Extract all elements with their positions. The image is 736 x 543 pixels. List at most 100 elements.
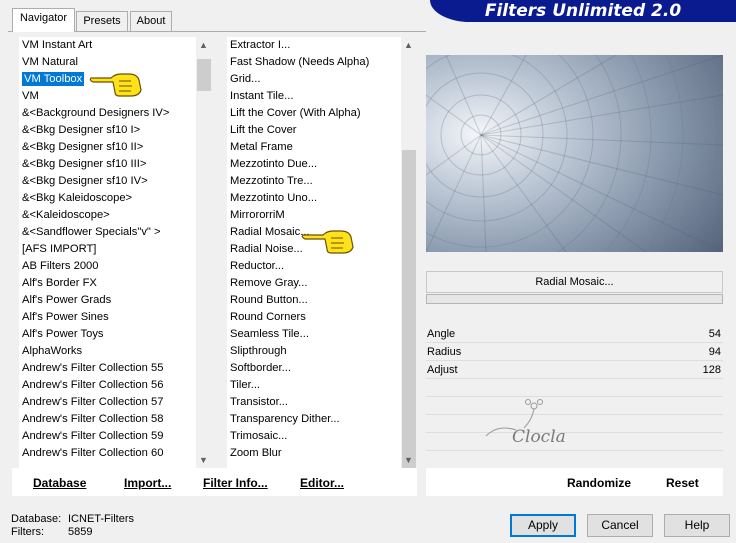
list-item[interactable]: Andrew's Filter Collection 57 <box>19 394 197 411</box>
list-item[interactable]: Instant Tile... <box>227 88 402 105</box>
list-item[interactable]: Mezzotinto Tre... <box>227 173 402 190</box>
list-item[interactable]: Tiler... <box>227 377 402 394</box>
database-status: Database: ICNET-Filters <box>11 513 134 525</box>
scroll-down-icon[interactable]: ▼ <box>401 452 416 468</box>
list-item-label: &<Sandflower Specials"v" > <box>22 226 161 238</box>
randomize-button[interactable]: Randomize <box>567 476 631 490</box>
list-item-label: Trimosaic... <box>230 430 288 442</box>
list-item-label: Radial Mosaic... <box>230 226 310 238</box>
tab-presets[interactable]: Presets <box>76 11 128 31</box>
database-button[interactable]: Database <box>33 476 86 490</box>
list-item-label: Extractor I... <box>230 39 291 51</box>
list-item[interactable]: Metal Frame <box>227 139 402 156</box>
param-row-adjust[interactable]: Adjust 128 <box>426 361 723 379</box>
list-item-label: &<Bkg Designer sf10 II> <box>22 141 144 153</box>
list-item[interactable]: Mezzotinto Due... <box>227 156 402 173</box>
list-item[interactable]: Transparency Dither... <box>227 411 402 428</box>
list-item[interactable]: Seamless Tile... <box>227 326 402 343</box>
filters-label: Filters: <box>11 526 44 538</box>
list-item-label: Mezzotinto Uno... <box>230 192 318 204</box>
list-item[interactable]: [AFS IMPORT] <box>19 241 197 258</box>
list-item[interactable]: &<Bkg Designer sf10 IV> <box>19 173 197 190</box>
list-item[interactable]: Transistor... <box>227 394 402 411</box>
list-item[interactable]: Grid... <box>227 71 402 88</box>
list-item[interactable]: Softborder... <box>227 360 402 377</box>
scroll-thumb[interactable] <box>197 59 211 91</box>
list-item[interactable]: &<Bkg Kaleidoscope> <box>19 190 197 207</box>
list-item[interactable]: Alf's Power Grads <box>19 292 197 309</box>
apply-button[interactable]: Apply <box>510 514 576 537</box>
import-button[interactable]: Import... <box>124 476 171 490</box>
param-row-angle[interactable]: Angle 54 <box>426 325 723 343</box>
list-item[interactable]: Round Button... <box>227 292 402 309</box>
list-item[interactable]: Andrew's Filter Collection 59 <box>19 428 197 445</box>
tab-navigator[interactable]: Navigator <box>12 8 75 32</box>
list-item-label: &<Bkg Kaleidoscope> <box>22 192 133 204</box>
list-item-label: Zoom Blur <box>230 447 282 459</box>
list-item-label: Andrew's Filter Collection 55 <box>22 362 164 374</box>
param-value: 54 <box>708 328 721 340</box>
list-item[interactable]: AB Filters 2000 <box>19 258 197 275</box>
scroll-down-icon[interactable]: ▼ <box>196 452 211 468</box>
list-item-label: Lift the Cover (With Alpha) <box>230 107 361 119</box>
list-item[interactable]: &<Sandflower Specials"v" > <box>19 224 197 241</box>
list-item[interactable]: &<Kaleidoscope> <box>19 207 197 224</box>
list-item-label: Instant Tile... <box>230 90 294 102</box>
list-item[interactable]: &<Bkg Designer sf10 I> <box>19 122 197 139</box>
watermark-text: Clocla <box>512 427 566 447</box>
list-item[interactable]: Slipthrough <box>227 343 402 360</box>
list-item-label: VM Toolbox <box>22 72 85 86</box>
scroll-thumb[interactable] <box>402 150 416 487</box>
list-item[interactable]: Extractor I... <box>227 37 402 54</box>
filter-info-button[interactable]: Filter Info... <box>203 476 268 490</box>
scroll-up-icon[interactable]: ▲ <box>401 37 416 53</box>
list-item[interactable]: &<Bkg Designer sf10 III> <box>19 156 197 173</box>
list-item-label: Lift the Cover <box>230 124 297 136</box>
list-item-label: Reductor... <box>230 260 285 272</box>
list-item[interactable]: Reductor... <box>227 258 402 275</box>
progress-bar <box>426 294 723 304</box>
list-item[interactable]: AlphaWorks <box>19 343 197 360</box>
list-item[interactable]: Alf's Power Sines <box>19 309 197 326</box>
list-item[interactable]: &<Background Designers IV> <box>19 105 197 122</box>
list-item[interactable]: Trimosaic... <box>227 428 402 445</box>
list-item-label: Fast Shadow (Needs Alpha) <box>230 56 370 68</box>
editor-button[interactable]: Editor... <box>300 476 344 490</box>
list-item[interactable]: Andrew's Filter Collection 56 <box>19 377 197 394</box>
reset-button[interactable]: Reset <box>666 476 699 490</box>
list-item-label: Round Corners <box>230 311 306 323</box>
list-item[interactable]: VM Instant Art <box>19 37 197 54</box>
list-item-label: Round Button... <box>230 294 308 306</box>
list-item-label: Mezzotinto Due... <box>230 158 318 170</box>
filter-scrollbar[interactable]: ▲ ▼ <box>401 37 417 487</box>
list-item[interactable]: Alf's Border FX <box>19 275 197 292</box>
list-item[interactable]: Alf's Power Toys <box>19 326 197 343</box>
param-row-radius[interactable]: Radius 94 <box>426 343 723 361</box>
list-item-label: Transistor... <box>230 396 289 408</box>
list-item[interactable]: Round Corners <box>227 309 402 326</box>
help-button[interactable]: Help <box>664 514 730 537</box>
scroll-up-icon[interactable]: ▲ <box>196 37 211 53</box>
list-item[interactable]: Andrew's Filter Collection 55 <box>19 360 197 377</box>
list-item[interactable]: &<Bkg Designer sf10 II> <box>19 139 197 156</box>
category-list[interactable]: VM Instant Art VM Natural VM Toolbox VM &<Ba… <box>19 37 197 468</box>
list-item[interactable]: Zoom Blur <box>227 445 402 462</box>
filters-count: 5859 <box>68 526 93 538</box>
list-item-label: AB Filters 2000 <box>22 260 99 272</box>
list-item[interactable]: Fast Shadow (Needs Alpha) <box>227 54 402 71</box>
list-item[interactable]: Remove Gray... <box>227 275 402 292</box>
list-item-label: &<Background Designers IV> <box>22 107 170 119</box>
list-item[interactable]: MirrororriM <box>227 207 402 224</box>
category-scrollbar[interactable]: ▲ ▼ <box>196 37 212 468</box>
list-item[interactable]: Andrew's Filter Collection 60 <box>19 445 197 462</box>
list-item-label: VM <box>22 90 39 102</box>
list-item-label: Remove Gray... <box>230 277 308 289</box>
list-item-label: Andrew's Filter Collection 57 <box>22 396 164 408</box>
param-value: 128 <box>702 364 721 376</box>
list-item[interactable]: Lift the Cover (With Alpha) <box>227 105 402 122</box>
list-item[interactable]: Andrew's Filter Collection 58 <box>19 411 197 428</box>
list-item[interactable]: Lift the Cover <box>227 122 402 139</box>
list-item[interactable]: Mezzotinto Uno... <box>227 190 402 207</box>
tab-about[interactable]: About <box>130 11 172 31</box>
cancel-button[interactable]: Cancel <box>587 514 653 537</box>
